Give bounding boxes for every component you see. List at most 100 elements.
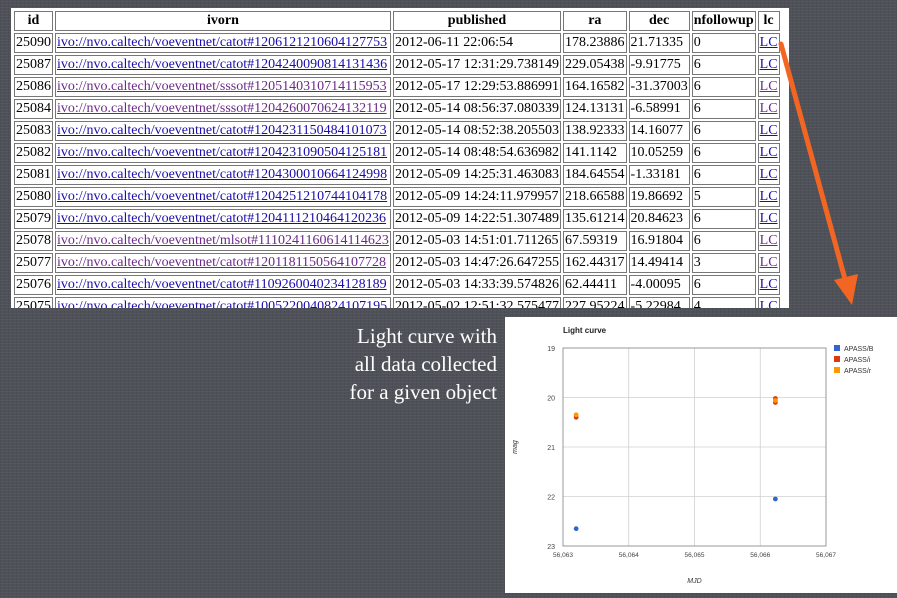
x-tick-label: 56,066 [750,552,770,559]
cell-nfollowup: 6 [691,275,756,295]
cell-dec: -6.58991 [628,99,690,119]
cell-published: 2012-05-17 12:31:29.738149 [392,55,562,75]
alerts-table-panel: id ivorn published ra dec nfollowup lc 25090 iv… [11,8,789,308]
ivorn-link[interactable]: ivo://nvo.caltech/voeventnet/catot#12042… [57,123,387,138]
cell-nfollowup: 3 [691,253,756,273]
cell-published: 2012-05-09 14:25:31.463083 [392,165,562,185]
cell-published: 2012-05-02 12:51:32.575477 [392,297,562,308]
table-row: 25081 ivo://nvo.caltech/voeventnet/catot#… [14,165,780,185]
table-row: 25082 ivo://nvo.caltech/voeventnet/catot#… [14,143,780,163]
legend-swatch [834,367,840,373]
alerts-table: id ivorn published ra dec nfollowup lc 25090 iv… [12,9,782,308]
cell-ra: 229.05438 [563,55,627,75]
ivorn-link[interactable]: ivo://nvo.caltech/voeventnet/catot#12061… [57,35,387,50]
cell-published: 2012-05-17 12:29:53.886991 [392,77,562,97]
lc-link[interactable]: LC [760,299,778,308]
y-tick-label: 23 [547,544,555,551]
lc-link[interactable]: LC [760,145,778,160]
ivorn-link[interactable]: ivo://nvo.caltech/voeventnet/sssot#12042… [57,101,387,116]
table-row: 25087 ivo://nvo.caltech/voeventnet/catot#… [14,55,780,75]
caption-line: all data collected [354,352,497,376]
lc-link[interactable]: LC [760,189,778,204]
cell-id: 25079 [14,209,53,229]
cell-ivorn: ivo://nvo.caltech/voeventnet/catot#12061… [55,33,391,53]
y-tick-label: 19 [547,346,555,353]
table-row: 25090 ivo://nvo.caltech/voeventnet/catot#… [14,33,780,53]
cell-published: 2012-05-14 08:56:37.080339 [392,99,562,119]
cell-lc: LC [757,253,780,273]
ivorn-link[interactable]: ivo://nvo.caltech/voeventnet/catot#12011… [57,255,386,270]
cell-id: 25086 [14,77,53,97]
data-point-apass-b [573,526,579,532]
legend-label: APASS/B [844,346,874,353]
cell-ra: 138.92333 [563,121,627,141]
cell-id: 25077 [14,253,53,273]
ivorn-link[interactable]: ivo://nvo.caltech/voeventnet/mlsot#11102… [57,233,389,248]
cell-published: 2012-05-03 14:51:01.711265 [392,231,562,251]
cell-dec: 19.86692 [628,187,690,207]
cell-lc: LC [757,55,780,75]
cell-id: 25084 [14,99,53,119]
lc-link[interactable]: LC [760,167,778,182]
x-axis-label: MJD [687,578,701,585]
cell-ra: 124.13131 [563,99,627,119]
cell-ra: 184.64554 [563,165,627,185]
cell-lc: LC [757,297,780,308]
cell-id: 25083 [14,121,53,141]
legend-swatch [834,345,840,351]
cell-ivorn: ivo://nvo.caltech/voeventnet/catot#12042… [55,55,391,75]
cell-dec: -4.00095 [628,275,690,295]
cell-ivorn: ivo://nvo.caltech/voeventnet/catot#12041… [55,209,391,229]
ivorn-link[interactable]: ivo://nvo.caltech/voeventnet/catot#12042… [57,57,387,72]
y-axis-label: mag [512,440,519,454]
ivorn-link[interactable]: ivo://nvo.caltech/voeventnet/sssot#12051… [57,79,387,94]
lc-link[interactable]: LC [760,123,778,138]
caption-line: Light curve with [357,324,497,348]
cell-id: 25078 [14,231,53,251]
arrow-head [834,274,858,305]
cell-published: 2012-05-09 14:22:51.307489 [392,209,562,229]
cell-dec: 14.49414 [628,253,690,273]
cell-ra: 135.61214 [563,209,627,229]
cell-dec: 10.05259 [628,143,690,163]
legend-swatch [834,356,840,362]
ivorn-link[interactable]: ivo://nvo.caltech/voeventnet/catot#12042… [57,145,387,160]
x-tick-label: 56,063 [553,552,573,559]
ivorn-link[interactable]: ivo://nvo.caltech/voeventnet/catot#11092… [57,277,387,292]
lc-link[interactable]: LC [760,35,778,50]
table-body: 25090 ivo://nvo.caltech/voeventnet/catot#… [14,33,780,308]
cell-ra: 162.44317 [563,253,627,273]
lc-link[interactable]: LC [760,277,778,292]
cell-ivorn: ivo://nvo.caltech/voeventnet/catot#11092… [55,275,391,295]
cell-ra: 67.59319 [563,231,627,251]
light-curve-chart: Light curve 19 20 21 22 2356,063 56,064 56,065 5… [512,326,874,585]
table-row: 25078 ivo://nvo.caltech/voeventnet/mlsot#… [14,231,780,251]
lc-link[interactable]: LC [760,57,778,72]
cell-lc: LC [757,209,780,229]
cell-ivorn: ivo://nvo.caltech/voeventnet/catot#12042… [55,187,391,207]
ivorn-link[interactable]: ivo://nvo.caltech/voeventnet/catot#12043… [57,167,387,182]
light-curve-chart-panel: Light curve 19 20 21 22 23 56,063 56,064 56,065 5… [505,317,897,593]
cell-dec: 21.71335 [628,33,690,53]
cell-dec: 20.84623 [628,209,690,229]
cell-ivorn: ivo://nvo.caltech/voeventnet/catot#12043… [55,165,391,185]
lc-link[interactable]: LC [760,211,778,226]
lc-link[interactable]: LC [760,79,778,94]
cell-lc: LC [757,99,780,119]
cell-lc: LC [757,187,780,207]
cell-published: 2012-06-11 22:06:54 [392,33,562,53]
cell-id: 25082 [14,143,53,163]
ivorn-link[interactable]: ivo://nvo.caltech/voeventnet/catot#12041… [57,211,386,226]
cell-published: 2012-05-09 14:24:11.979957 [392,187,562,207]
ivorn-link[interactable]: ivo://nvo.caltech/voeventnet/catot#12042… [57,189,387,204]
lc-link[interactable]: LC [760,101,778,116]
column-header-ivorn: ivorn [55,11,391,31]
cell-dec: -9.91775 [628,55,690,75]
cell-id: 25087 [14,55,53,75]
lc-link[interactable]: LC [760,255,778,270]
ivorn-link[interactable]: ivo://nvo.caltech/voeventnet/catot#10052… [57,299,387,308]
cell-ivorn: ivo://nvo.caltech/voeventnet/catot#12011… [55,253,391,273]
lc-link[interactable]: LC [760,233,778,248]
cell-ivorn: ivo://nvo.caltech/voeventnet/catot#12042… [55,143,391,163]
cell-id: 25081 [14,165,53,185]
